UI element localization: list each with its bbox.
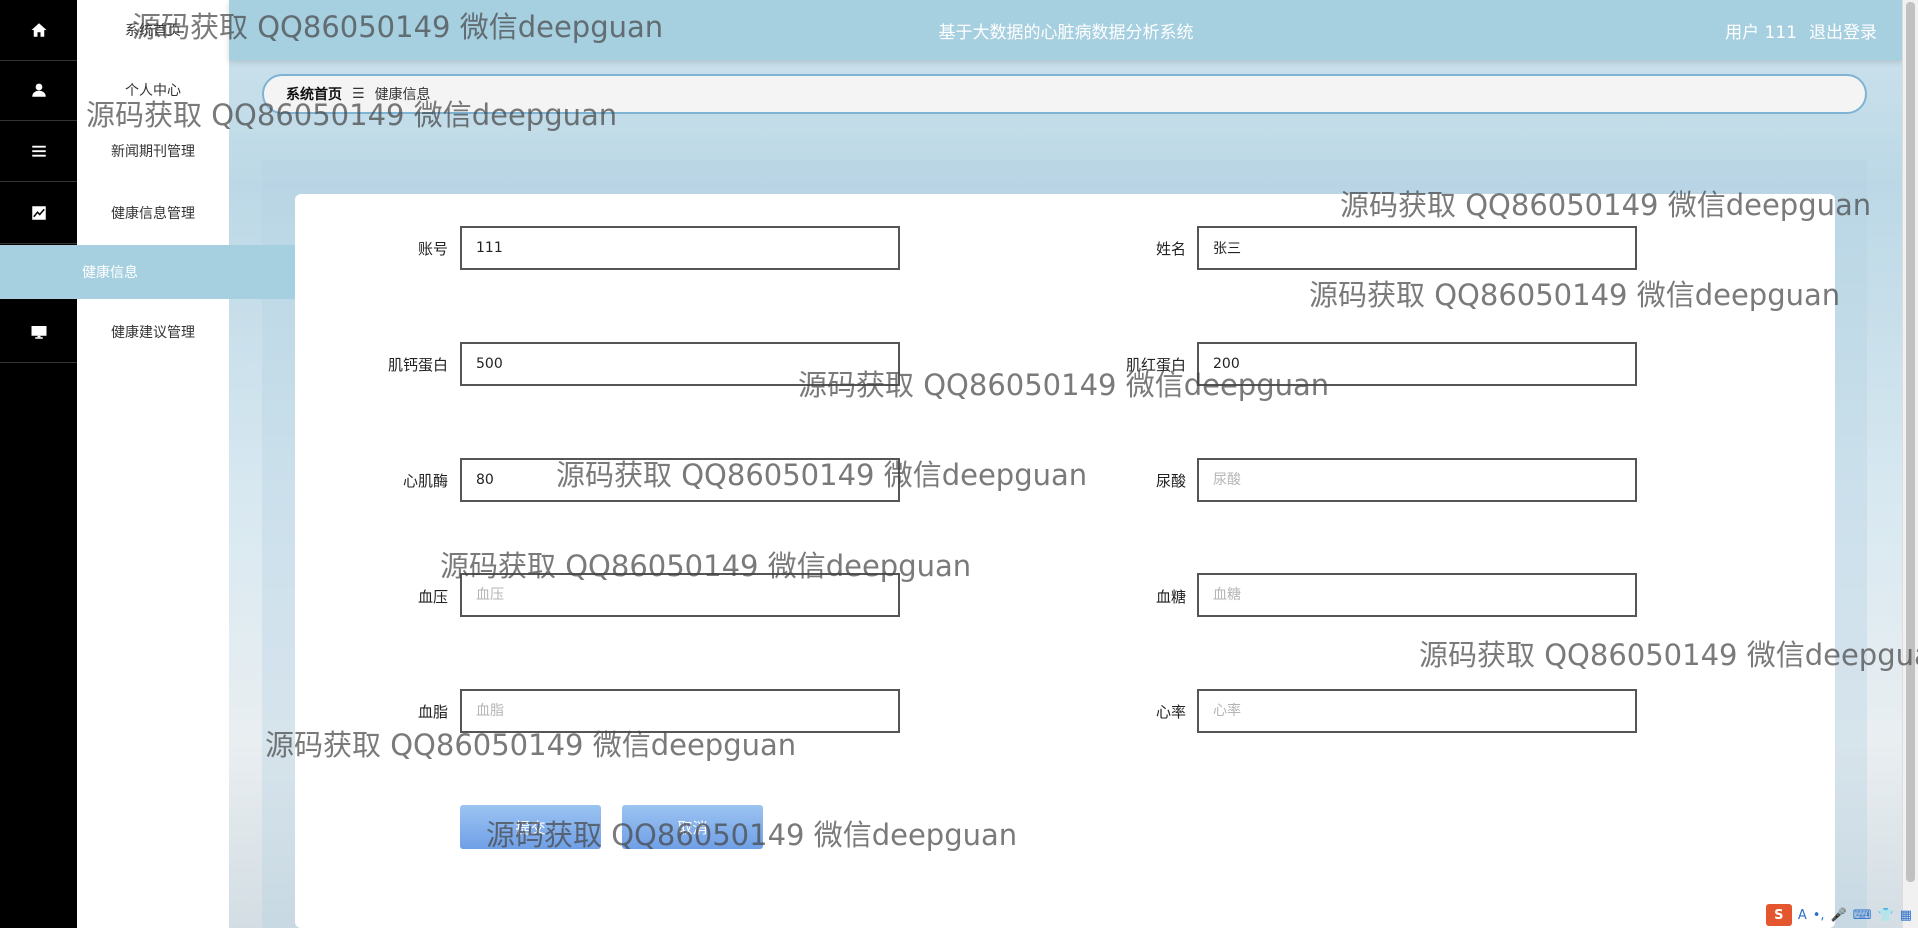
ime-punctuation-icon[interactable]: •, [1813, 908, 1825, 923]
uric-acid-label: 尿酸 [1155, 472, 1186, 490]
monitor-icon [31, 326, 46, 339]
cardiac-enzyme-field[interactable] [460, 458, 900, 502]
logout-link[interactable]: 退出登录 [1809, 23, 1877, 43]
blood-lipid-field[interactable] [460, 689, 900, 733]
top-header: 基于大数据的心脏病数据分析系统 用户 111 退出登录 [229, 0, 1903, 60]
troponin-label: 肌钙蛋白 [387, 356, 448, 374]
breadcrumb-current: 健康信息 [374, 87, 431, 103]
myoglobin-field[interactable] [1197, 342, 1637, 386]
username: 用户 111 [1725, 23, 1797, 43]
scrollbar[interactable] [1902, 0, 1918, 928]
heart-rate-field[interactable] [1197, 689, 1637, 733]
cardiac-enzyme-label: 心肌酶 [402, 472, 448, 490]
blood-lipid-label: 血脂 [417, 703, 448, 721]
uric-acid-field[interactable] [1197, 458, 1637, 502]
microphone-icon[interactable]: 🎤 [1831, 908, 1847, 923]
blood-pressure-label: 血压 [417, 588, 448, 606]
app-title: 基于大数据的心脏病数据分析系统 [938, 23, 1194, 43]
breadcrumb-home[interactable]: 系统首页 [286, 84, 342, 104]
ime-language-icon[interactable]: A [1798, 908, 1807, 923]
rail-health[interactable] [0, 183, 77, 244]
account-field[interactable] [460, 226, 900, 270]
blood-sugar-field[interactable] [1197, 573, 1637, 617]
rail-news[interactable] [0, 121, 77, 182]
sidebar-item-profile[interactable]: 个人中心 [77, 60, 229, 120]
home-icon [31, 23, 46, 37]
breadcrumb: 系统首页 ☰ 健康信息 [262, 74, 1867, 114]
keyboard-icon[interactable]: ⌨ [1853, 908, 1872, 923]
ime-toolbar: S A •, 🎤 ⌨ 👕 ▦ [1765, 904, 1912, 926]
name-label: 姓名 [1155, 240, 1186, 258]
list-icon [31, 145, 46, 157]
heart-rate-label: 心率 [1155, 703, 1186, 721]
chart-icon [31, 206, 46, 220]
sidebar-menu: 系统首页 个人中心 新闻期刊管理 健康信息管理 健康信息 健康建议管理 [0, 0, 311, 928]
sidebar-item-health-info[interactable]: 健康信息 [0, 245, 311, 299]
user-icon [31, 83, 46, 97]
cancel-button[interactable]: 取消 [622, 805, 763, 849]
blood-pressure-field[interactable] [460, 573, 900, 617]
toolbox-icon[interactable]: ▦ [1900, 908, 1912, 923]
user-area: 用户 111 退出登录 [1725, 18, 1877, 43]
troponin-field[interactable] [460, 342, 900, 386]
icon-rail [0, 0, 77, 928]
scrollbar-thumb[interactable] [1906, 2, 1915, 882]
rail-user[interactable] [0, 60, 77, 121]
skin-icon[interactable]: 👕 [1878, 908, 1894, 923]
breadcrumb-separator-icon: ☰ [352, 86, 365, 102]
rail-home[interactable] [0, 0, 77, 61]
ime-logo-icon[interactable]: S [1765, 904, 1792, 926]
sidebar-item-advice[interactable]: 健康建议管理 [77, 302, 229, 362]
sidebar-item-news[interactable]: 新闻期刊管理 [77, 121, 229, 181]
sidebar-item-home[interactable]: 系统首页 [77, 0, 229, 60]
submit-button[interactable]: 提交 [460, 805, 601, 849]
account-label: 账号 [417, 240, 448, 258]
name-field[interactable] [1197, 226, 1637, 270]
myoglobin-label: 肌红蛋白 [1125, 356, 1186, 374]
rail-advice[interactable] [0, 302, 77, 363]
sidebar-item-health-management[interactable]: 健康信息管理 [77, 183, 229, 243]
blood-sugar-label: 血糖 [1155, 588, 1186, 606]
